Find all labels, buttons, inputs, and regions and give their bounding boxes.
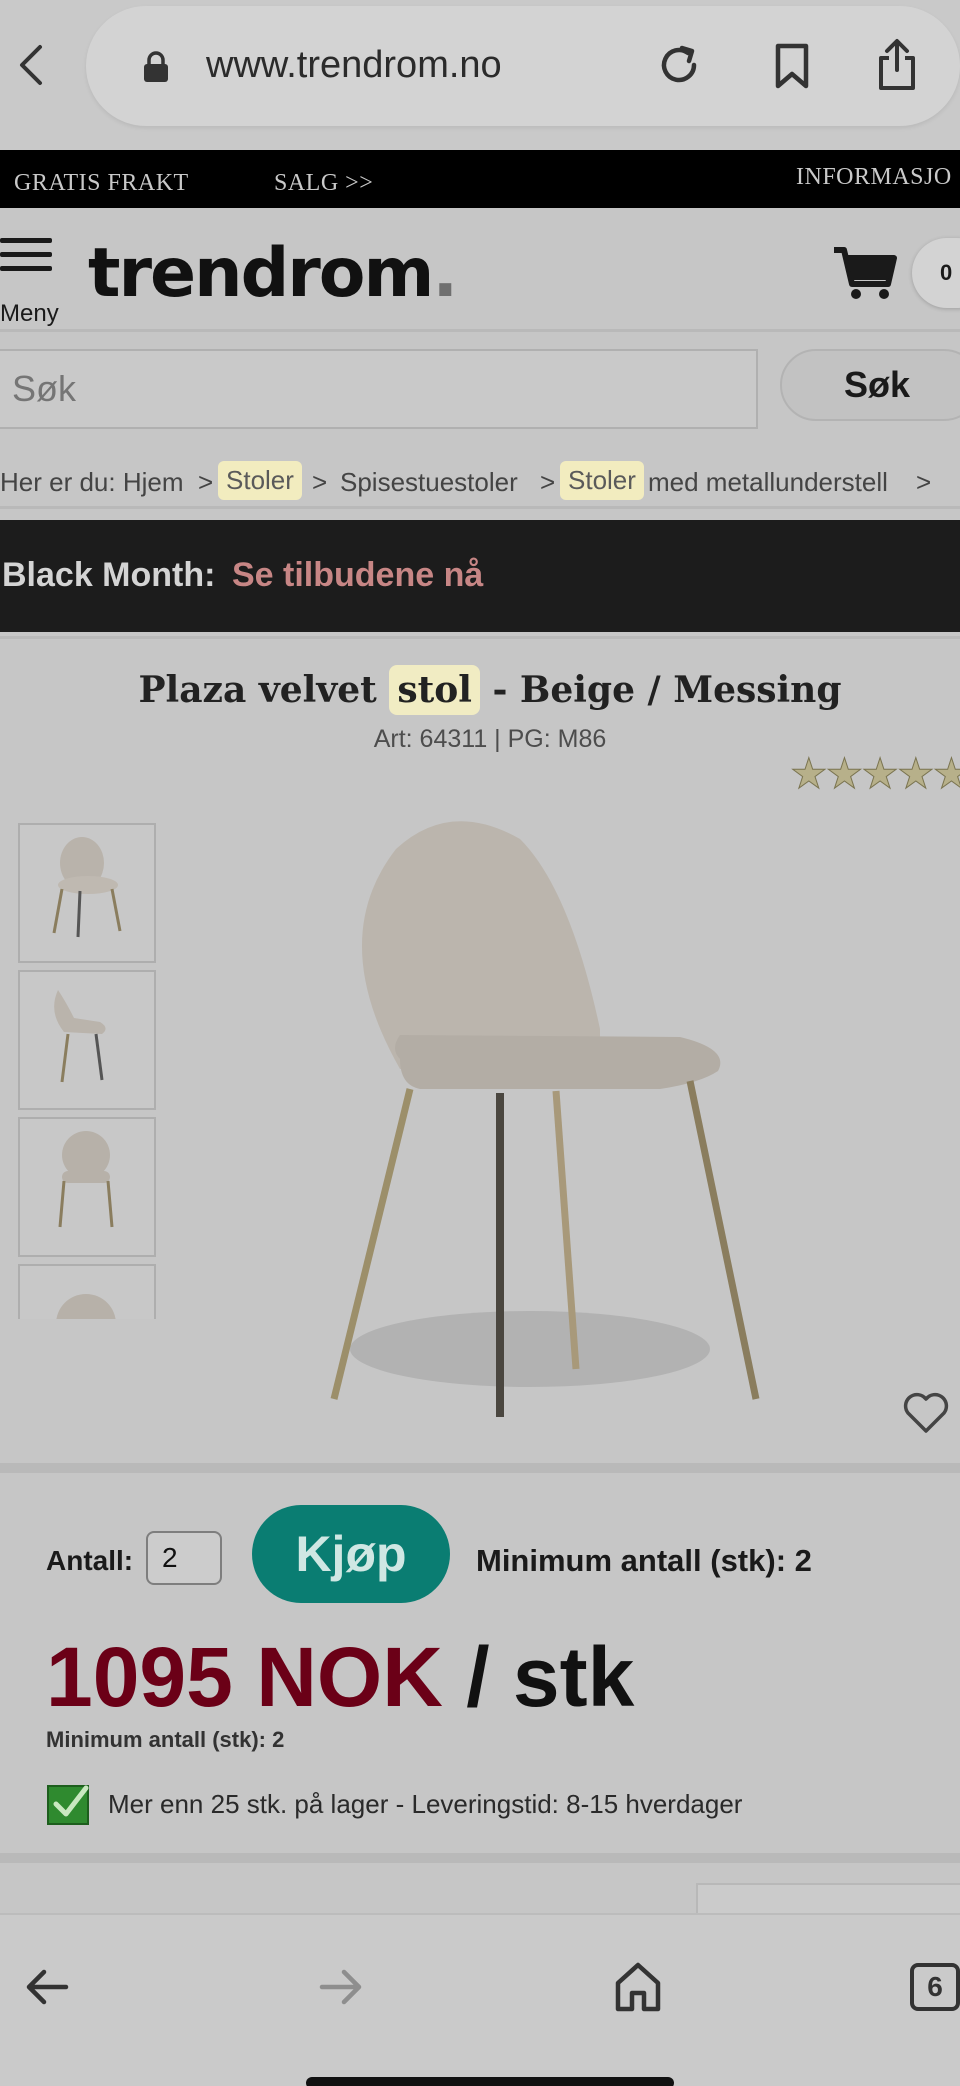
page: www.trendrom.no GRATIS FRAKT SALG >> INF… <box>0 0 960 2086</box>
breadcrumb: Her er du: Hjem > Stoler > Spisestuestol… <box>0 453 960 509</box>
quantity-label: Antall: <box>46 1545 134 1576</box>
chair-thumb-icon <box>54 990 106 1083</box>
search-row: Søk <box>0 335 960 445</box>
title-part: - Beige / Messing <box>479 669 842 711</box>
minimum-quantity-note: Minimum antall (stk): 2 <box>476 1543 812 1578</box>
cart-icon[interactable] <box>832 246 898 302</box>
sale-link[interactable]: SALG >> <box>274 170 373 197</box>
thumbnail-front[interactable] <box>18 823 156 963</box>
url-text: www.trendrom.no <box>206 44 502 86</box>
thumbnail-back[interactable] <box>18 1117 156 1257</box>
breadcrumb-separator: > <box>540 467 556 497</box>
breadcrumb-item-stoler-metall[interactable]: Stoler <box>560 461 644 500</box>
stock-status: Mer enn 25 stk. på lager - Leveringstid:… <box>108 1789 743 1819</box>
menu-button[interactable]: Meny <box>0 238 60 328</box>
site-header: Meny trendrom. 0 <box>0 208 960 332</box>
price-unit: / stk <box>442 1630 635 1724</box>
reload-icon[interactable] <box>656 42 702 88</box>
home-icon[interactable] <box>614 1961 662 2013</box>
price: 1095 NOK / stk <box>46 1629 634 1726</box>
browser-top-bar: www.trendrom.no <box>0 0 960 150</box>
black-month-banner[interactable]: Black Month: Se tilbudene nå <box>0 520 960 632</box>
hamburger-icon <box>0 238 52 280</box>
title-highlight: stol <box>389 665 480 715</box>
heart-icon[interactable] <box>902 1391 950 1435</box>
banner-label: Black Month: <box>2 556 216 594</box>
thumbnail-detail[interactable] <box>18 1264 156 1319</box>
chevron-left-icon <box>20 45 42 85</box>
address-bar[interactable]: www.trendrom.no <box>86 6 960 126</box>
breadcrumb-item-spisestuestoler[interactable]: Spisestuestoler <box>340 467 518 498</box>
search-input[interactable] <box>0 349 758 429</box>
free-shipping-link[interactable]: GRATIS FRAKT <box>14 170 189 197</box>
quantity-input[interactable] <box>146 1531 222 1585</box>
lock-icon <box>144 51 168 82</box>
browser-back-button[interactable] <box>10 40 50 90</box>
chair-thumb-icon <box>52 837 122 938</box>
breadcrumb-home[interactable]: Her er du: Hjem <box>0 467 184 498</box>
buy-button[interactable]: Kjøp <box>252 1505 450 1603</box>
share-icon[interactable] <box>876 36 918 92</box>
site-logo[interactable]: trendrom. <box>88 234 458 313</box>
product-section: Plaza velvet stol - Beige / Messing Art:… <box>0 636 960 1461</box>
browser-bottom-nav: 6 <box>0 1913 960 2086</box>
purchase-section: Antall: Kjøp Minimum antall (stk): 2 109… <box>0 1463 960 1853</box>
breadcrumb-item-suffix[interactable]: med metallunderstell <box>648 467 888 498</box>
minimum-quantity-small: Minimum antall (stk): 2 <box>46 1727 285 1752</box>
arrow-left-icon[interactable] <box>24 1967 70 2007</box>
tabs-button[interactable]: 6 <box>910 1963 960 2011</box>
chair-thumb-icon <box>58 1131 114 1228</box>
logo-text: trendrom <box>88 234 434 313</box>
bookmark-icon[interactable] <box>772 42 812 90</box>
search-button[interactable]: Søk <box>780 349 960 421</box>
breadcrumb-separator: > <box>312 467 328 497</box>
title-part: Plaza velvet <box>138 669 390 711</box>
arrow-right-icon[interactable] <box>318 1967 364 2007</box>
breadcrumb-item-stoler[interactable]: Stoler <box>218 461 302 500</box>
product-image[interactable] <box>300 809 780 1429</box>
cart-count-badge[interactable]: 0 <box>912 238 960 308</box>
checkbox-checked-icon <box>47 1785 89 1825</box>
logo-dot: . <box>432 234 458 313</box>
price-amount: 1095 NOK <box>46 1630 443 1724</box>
next-section-peek: trendrom <box>0 1853 960 1943</box>
home-indicator <box>306 2077 674 2086</box>
promo-bar: GRATIS FRAKT SALG >> INFORMASJO <box>0 150 960 208</box>
breadcrumb-separator: > <box>916 467 932 497</box>
thumbnail-list <box>18 823 158 1319</box>
info-link[interactable]: INFORMASJO <box>796 164 952 191</box>
banner-link[interactable]: Se tilbudene nå <box>232 556 483 595</box>
menu-label: Meny <box>0 300 59 327</box>
rating-stars[interactable]: ★★★★★ <box>789 749 960 798</box>
thumbnail-side[interactable] <box>18 970 156 1110</box>
chair-thumb-icon <box>56 1294 116 1319</box>
product-title: Plaza velvet stol - Beige / Messing <box>0 665 960 715</box>
stars-icon: ★★★★★ <box>789 750 960 798</box>
breadcrumb-separator: > <box>198 467 214 497</box>
